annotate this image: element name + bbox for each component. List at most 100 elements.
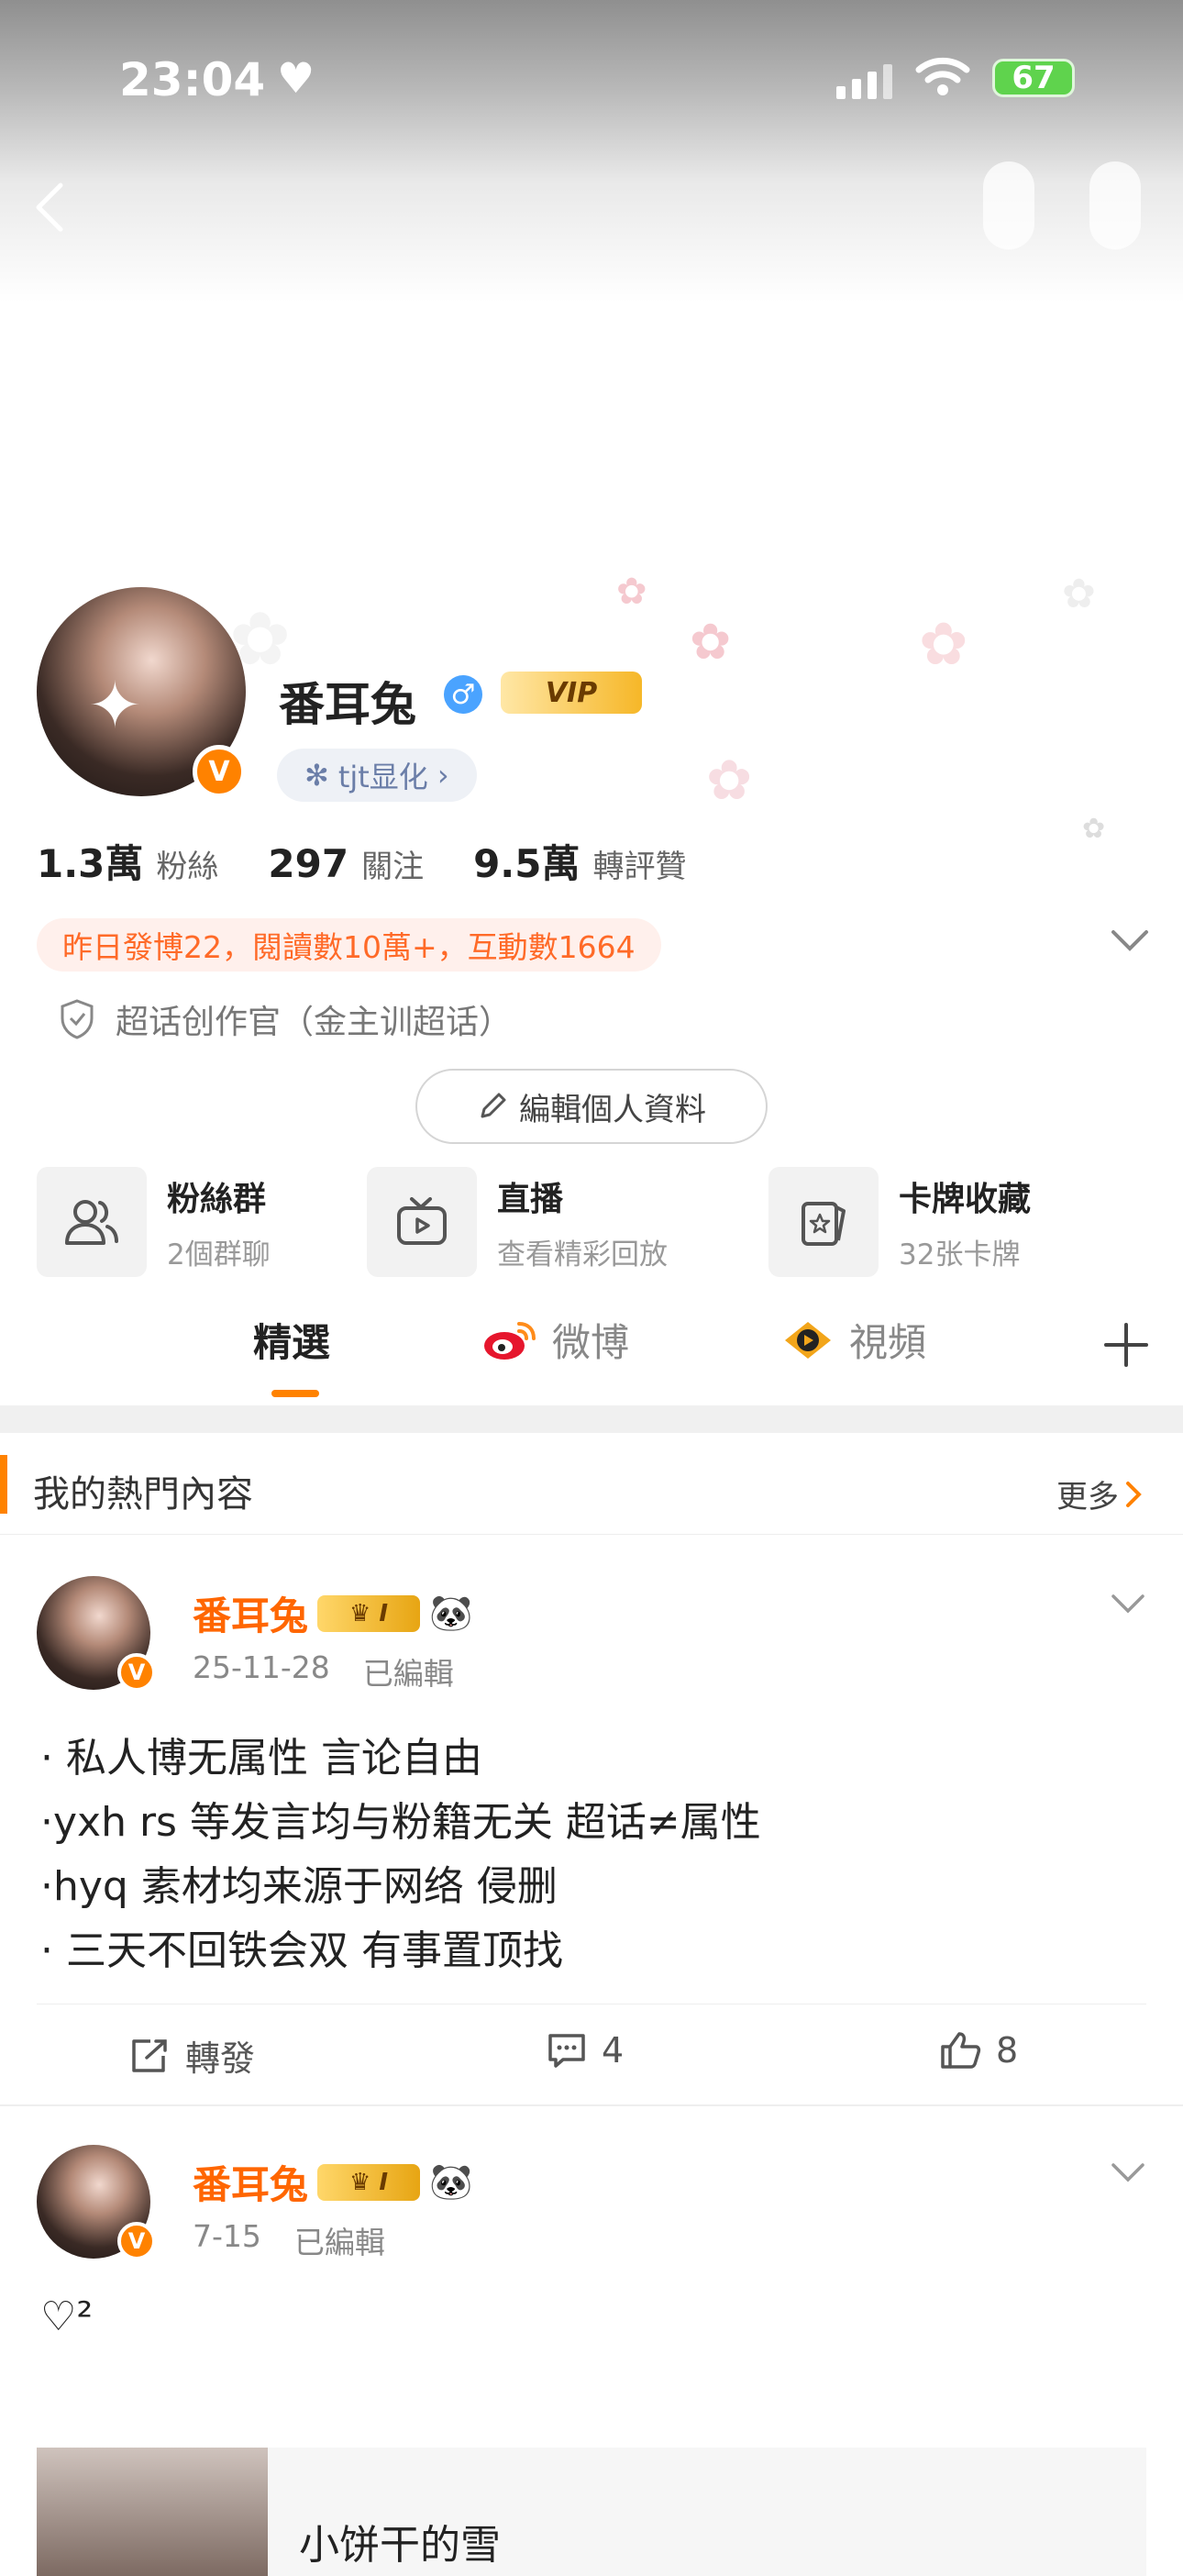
crown-badge: ♛ I bbox=[317, 1594, 421, 1632]
sparkle-icon: ✿ bbox=[1062, 571, 1096, 617]
pencil-icon bbox=[481, 1093, 506, 1118]
post-text-line: ·yxh rs 等发言均与粉籍无关 超话≠属性 bbox=[40, 1799, 761, 1846]
chevron-down-icon[interactable] bbox=[1110, 2161, 1146, 2183]
chevron-down-icon[interactable] bbox=[1110, 927, 1150, 954]
post-text-line: · 私人博无属性 言论自由 bbox=[40, 1735, 482, 1782]
chevron-down-icon[interactable] bbox=[1110, 1593, 1146, 1615]
male-icon: ♂ bbox=[444, 675, 482, 714]
feature-fan-group[interactable]: 粉絲群 2個群聊 bbox=[37, 1167, 271, 1277]
post-author-name[interactable]: 番耳兔 bbox=[193, 1585, 308, 1641]
feature-subtitle: 2個群聊 bbox=[167, 1238, 271, 1271]
like-count: 8 bbox=[996, 2030, 1019, 2071]
weibo-icon bbox=[484, 1321, 536, 1360]
tab-video[interactable]: 視頻 bbox=[781, 1312, 926, 1368]
more-label: 更多 bbox=[1056, 1479, 1119, 1516]
tab-label: 精選 bbox=[253, 1320, 331, 1365]
tab-label: 微博 bbox=[552, 1320, 630, 1365]
interactions-label[interactable]: 轉評贊 bbox=[592, 841, 686, 886]
tv-icon bbox=[367, 1167, 477, 1277]
sparkle-icon: ✿ bbox=[690, 613, 732, 671]
toolbar-button-1[interactable] bbox=[983, 161, 1034, 250]
repost-button[interactable]: 轉發 bbox=[130, 2030, 255, 2081]
verified-badge: V bbox=[193, 745, 246, 798]
tag-pill[interactable]: ✻ tjt显化 › bbox=[277, 749, 477, 802]
level-badge-text: I bbox=[379, 1599, 389, 1627]
post-author-row: 番耳兔 ♛ I 🐼 bbox=[193, 2154, 472, 2210]
profile-tabs: 精選 微博 視頻 bbox=[0, 1312, 1183, 1404]
panda-icon: 🐼 bbox=[429, 2161, 473, 2202]
followers-label[interactable]: 粉絲 bbox=[156, 841, 218, 886]
post-meta: 25-11-28 已編輯 bbox=[193, 1649, 454, 1693]
feature-title: 卡牌收藏 bbox=[899, 1180, 1032, 1218]
post-edited: 已編輯 bbox=[362, 1656, 454, 1692]
super-topic-role[interactable]: 超话创作官（金主训超话） bbox=[59, 995, 512, 1043]
post-edited: 已編輯 bbox=[293, 2225, 385, 2260]
section-accent-bar bbox=[0, 1455, 7, 1514]
feature-subtitle: 查看精彩回放 bbox=[497, 1238, 668, 1271]
toolbar-button-2[interactable] bbox=[1089, 161, 1141, 250]
sparkle-icon: ✿ bbox=[1082, 813, 1106, 845]
profile-stats: 1.3萬 粉絲 297 關注 9.5萬 轉評贊 bbox=[37, 833, 735, 889]
snowflake-icon: ✻ bbox=[304, 758, 329, 793]
post-text-line: · 三天不回铁会双 有事置顶找 bbox=[40, 1927, 563, 1974]
post-text-line: ·hyq 素材均来源于网络 侵删 bbox=[40, 1863, 558, 1910]
active-tab-indicator bbox=[271, 1390, 319, 1397]
comment-button[interactable]: 4 bbox=[547, 2030, 624, 2071]
shared-content-card[interactable]: 小饼干的雪 bbox=[37, 2448, 1146, 2576]
post-action-bar: 轉發 4 8 bbox=[37, 2004, 1146, 2105]
heart-icon: ♥ bbox=[277, 53, 315, 103]
followers-count[interactable]: 1.3萬 bbox=[37, 833, 143, 889]
crown-badge: ♛ I bbox=[317, 2163, 421, 2201]
post-separator bbox=[0, 2104, 1183, 2106]
wifi-icon bbox=[915, 57, 970, 95]
following-label[interactable]: 關注 bbox=[361, 841, 424, 886]
shared-thumbnail bbox=[37, 2448, 268, 2576]
level-badge-text: I bbox=[379, 2168, 389, 2196]
post-author-name[interactable]: 番耳兔 bbox=[193, 2154, 308, 2210]
post-date: 25-11-28 bbox=[193, 1649, 330, 1685]
tab-featured[interactable]: 精選 bbox=[253, 1312, 330, 1368]
more-link[interactable]: 更多 bbox=[1056, 1471, 1143, 1516]
sparkle-icon: ✿ bbox=[706, 749, 753, 813]
following-count[interactable]: 297 bbox=[268, 841, 348, 886]
tag-label: tjt显化 bbox=[337, 760, 428, 794]
comment-icon bbox=[548, 2034, 585, 2068]
post-author-row: 番耳兔 ♛ I 🐼 bbox=[193, 1585, 472, 1641]
activity-summary[interactable]: 昨日發博22，閱讀數10萬+，互動數1664 bbox=[37, 918, 661, 972]
feature-live[interactable]: 直播 查看精彩回放 bbox=[367, 1167, 668, 1277]
signal-icon bbox=[836, 64, 892, 99]
feature-card-collection[interactable]: 卡牌收藏 32张卡牌 bbox=[768, 1167, 1031, 1277]
header-background bbox=[0, 0, 1183, 303]
sparkle-icon: ✿ bbox=[919, 611, 968, 679]
feature-title: 直播 bbox=[497, 1180, 564, 1218]
shared-title: 小饼干的雪 bbox=[299, 2522, 501, 2569]
post-text: ♡² bbox=[40, 2293, 94, 2340]
verified-badge: V bbox=[117, 2222, 156, 2260]
hot-content-title: 我的熱門內容 bbox=[33, 1473, 253, 1516]
shield-icon bbox=[61, 999, 94, 1039]
sparkle-icon: ✿ bbox=[616, 571, 647, 613]
add-icon[interactable] bbox=[1100, 1319, 1152, 1371]
repost-label: 轉發 bbox=[185, 2038, 256, 2079]
tab-label: 視頻 bbox=[849, 1320, 927, 1365]
back-icon[interactable] bbox=[31, 180, 68, 235]
feature-subtitle: 32张卡牌 bbox=[899, 1238, 1021, 1271]
panda-icon: 🐼 bbox=[429, 1593, 473, 1633]
sparkle-icon: ✦ bbox=[88, 668, 142, 743]
interactions-count[interactable]: 9.5萬 bbox=[473, 833, 580, 889]
chevron-right-icon: › bbox=[437, 758, 449, 793]
post-meta: 7-15 已編輯 bbox=[193, 2218, 385, 2262]
edit-profile-button[interactable]: 編輯個人資料 bbox=[415, 1069, 768, 1144]
edit-profile-label: 編輯個人資料 bbox=[519, 1091, 706, 1128]
people-icon bbox=[37, 1167, 147, 1277]
verified-badge: V bbox=[117, 1653, 156, 1692]
chevron-right-icon bbox=[1126, 1481, 1142, 1507]
section-divider bbox=[0, 1405, 1183, 1433]
post-date: 7-15 bbox=[193, 2218, 261, 2254]
feature-title: 粉絲群 bbox=[167, 1180, 267, 1218]
tab-weibo[interactable]: 微博 bbox=[482, 1312, 629, 1368]
super-role-text: 超话创作官（金主训超话） bbox=[116, 1004, 513, 1041]
profile-name: 番耳兔 bbox=[279, 678, 416, 731]
like-button[interactable]: 8 bbox=[939, 2030, 1018, 2071]
vip-badge[interactable]: VIP bbox=[501, 672, 642, 714]
